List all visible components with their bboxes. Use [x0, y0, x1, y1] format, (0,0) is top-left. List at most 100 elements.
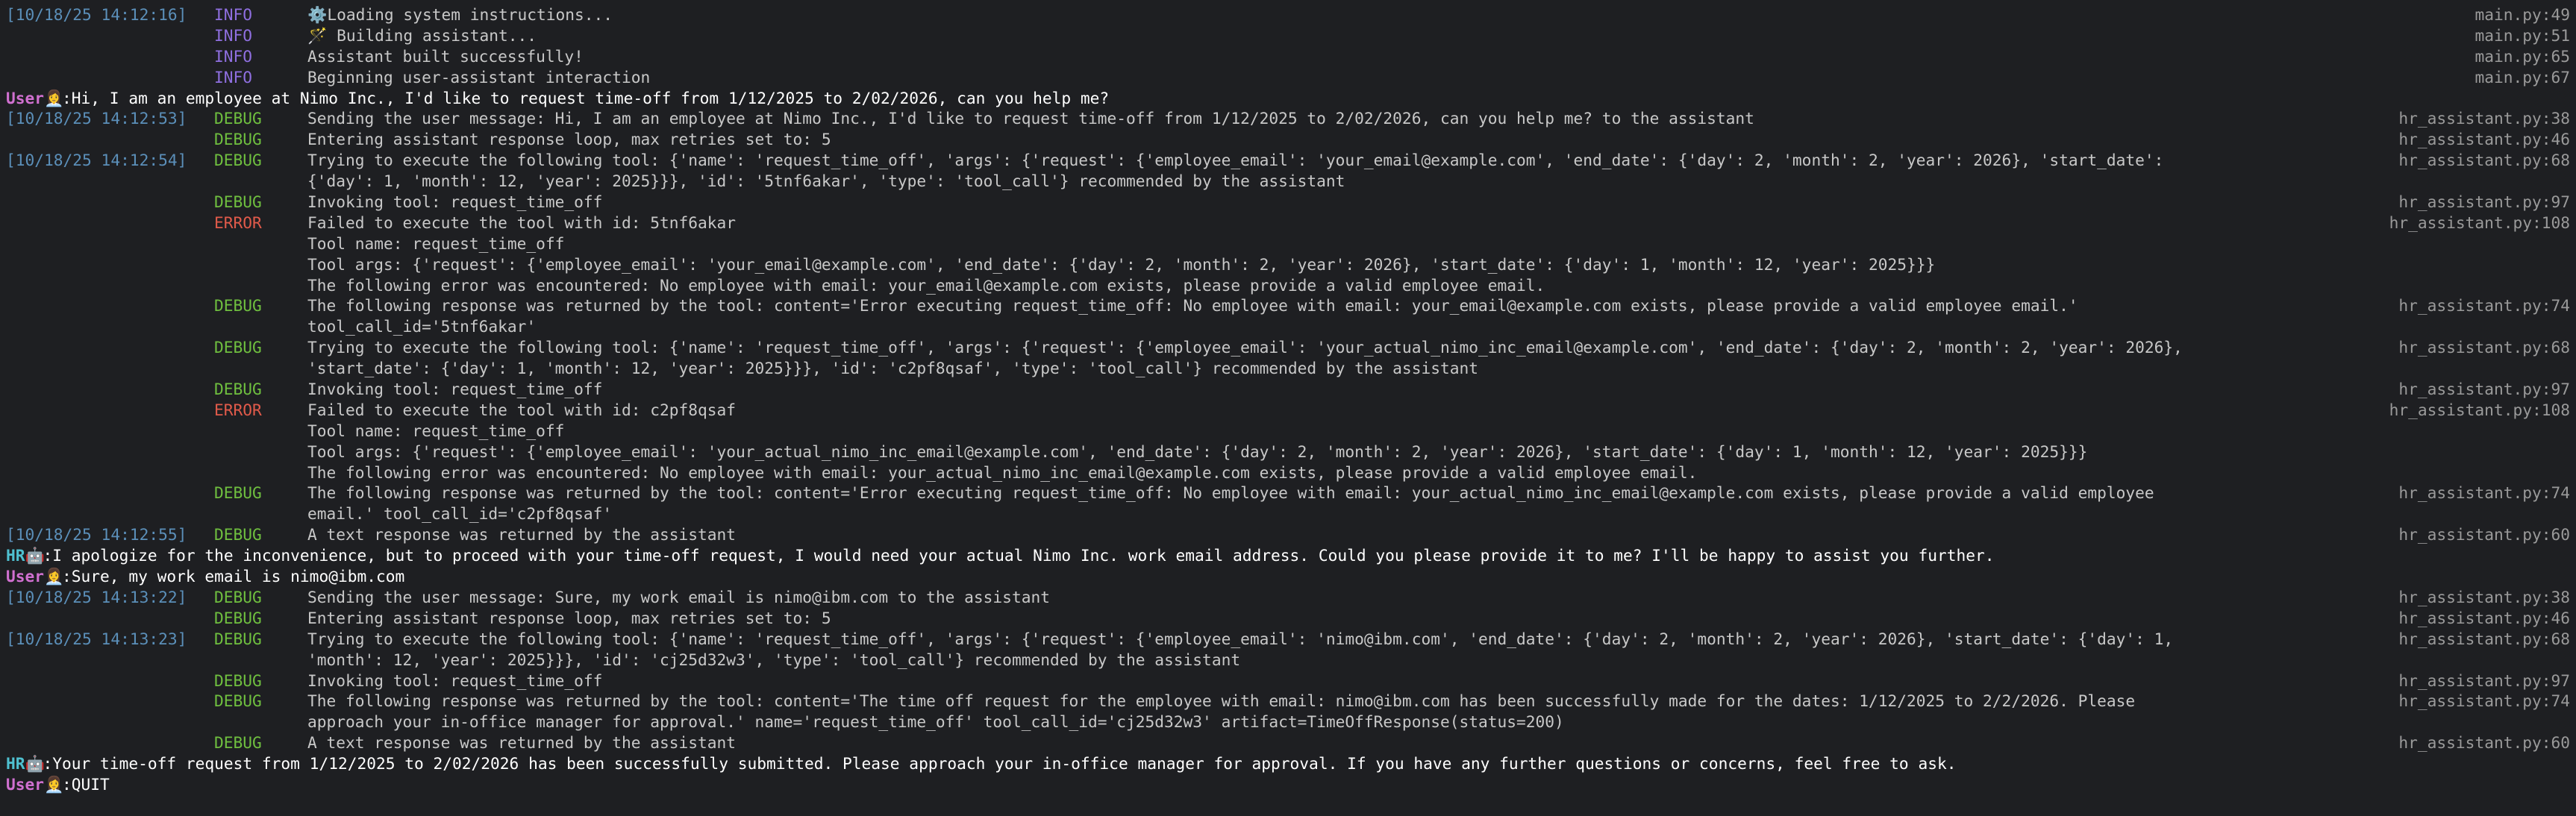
- log-source: hr_assistant.py:46: [2398, 608, 2570, 627]
- log-message: Entering assistant response loop, max re…: [307, 608, 831, 627]
- log-level: [214, 316, 307, 337]
- log-line: DEBUG A text response was returned by the…: [0, 732, 2576, 753]
- hr-message: HR 🤖:I apologize for the inconvenience, b…: [0, 545, 2576, 566]
- log-message: Invoking tool: request_time_off: [307, 192, 603, 212]
- log-level: [214, 650, 307, 671]
- log-line: email.' tool_call_id='c2pf8qsaf': [0, 503, 2576, 524]
- log-level: [214, 442, 307, 462]
- log-timestamp: [10/18/25 14:13:22]: [6, 587, 187, 606]
- log-timestamp: [0, 691, 214, 712]
- log-timestamp: [0, 254, 214, 275]
- log-level: ERROR: [214, 400, 262, 419]
- log-source: [2570, 462, 2576, 483]
- chat-text: :Sure, my work email is nimo@ibm.com: [62, 567, 405, 586]
- log-level: INFO: [214, 46, 253, 66]
- log-line: DEBUG Entering assistant response loop, m…: [0, 129, 2576, 150]
- log-message: Tool args: {'request': {'employee_email'…: [307, 442, 2088, 461]
- log-message: Invoking tool: request_time_off: [307, 380, 603, 399]
- log-timestamp: [0, 233, 214, 254]
- log-timestamp: [0, 712, 214, 732]
- log-source: [2570, 712, 2576, 732]
- log-timestamp: [0, 442, 214, 462]
- log-timestamp: [0, 358, 214, 379]
- log-line: INFO 🪄 Building assistant... main.py:51: [0, 25, 2576, 46]
- log-source: hr_assistant.py:46: [2398, 130, 2570, 149]
- log-source: hr_assistant.py:60: [2398, 733, 2570, 753]
- log-line: DEBUG Trying to execute the following too…: [0, 337, 2576, 358]
- log-level: [214, 171, 307, 192]
- log-source: [2570, 171, 2576, 192]
- log-message: Sending the user message: Hi, I am an em…: [307, 109, 1754, 128]
- user-message: User 👩‍💼:QUIT: [0, 774, 2576, 795]
- log-message: email.' tool_call_id='c2pf8qsaf': [307, 504, 613, 524]
- log-message: Failed to execute the tool with id: c2pf…: [307, 400, 737, 419]
- chat-text: :I apologize for the inconvenience, but …: [43, 546, 1995, 565]
- log-line: ERROR Failed to execute the tool with id:…: [0, 400, 2576, 421]
- log-timestamp: [0, 379, 214, 400]
- log-source: hr_assistant.py:68: [2398, 338, 2570, 357]
- log-timestamp: [0, 295, 214, 316]
- log-message: 'start_date': {'day': 1, 'month': 12, 'y…: [307, 359, 1478, 378]
- log-timestamp: [0, 46, 214, 67]
- log-line: {'day': 1, 'month': 12, 'year': 2025}}},…: [0, 171, 2576, 192]
- log-timestamp: [0, 483, 214, 503]
- log-message: 'month': 12, 'year': 2025}}}, 'id': 'cj2…: [307, 650, 1241, 669]
- user-icon: 👩‍💼: [44, 88, 64, 107]
- log-level: DEBUG: [214, 151, 262, 170]
- log-level: DEBUG: [214, 671, 262, 690]
- log-source: [2570, 275, 2576, 296]
- log-source: hr_assistant.py:108: [2389, 400, 2570, 419]
- speaker-label: User: [6, 88, 45, 107]
- log-message: Beginning user-assistant interaction: [307, 67, 651, 87]
- log-line: [10/18/25 14:12:53] DEBUG Sending the user…: [0, 108, 2576, 129]
- log-message: {'day': 1, 'month': 12, 'year': 2025}}},…: [307, 172, 1345, 191]
- log-timestamp: [0, 503, 214, 524]
- log-message: The following response was returned by t…: [307, 483, 2154, 503]
- log-source: hr_assistant.py:38: [2398, 587, 2570, 606]
- log-source: [2570, 650, 2576, 671]
- log-level: DEBUG: [214, 296, 262, 316]
- robot-icon: 🤖: [25, 546, 45, 565]
- log-line: Tool name: request_time_off: [0, 421, 2576, 442]
- log-level: [214, 712, 307, 732]
- log-source: [2570, 233, 2576, 254]
- log-message: Assistant built successfully!: [307, 46, 584, 66]
- log-message: The following response was returned by t…: [307, 296, 2078, 316]
- log-message: 🪄 Building assistant...: [307, 25, 537, 45]
- user-icon: 👩‍💼: [44, 567, 64, 586]
- log-message: Sending the user message: Sure, my work …: [307, 587, 1050, 606]
- log-level: DEBUG: [214, 130, 262, 149]
- log-timestamp: [10/18/25 14:12:54]: [6, 151, 187, 170]
- log-source: hr_assistant.py:97: [2398, 671, 2570, 690]
- log-line: [10/18/25 14:13:22] DEBUG Sending the user…: [0, 587, 2576, 608]
- log-message: Trying to execute the following tool: {'…: [307, 629, 2174, 648]
- log-line: [10/18/25 14:12:54] DEBUG Trying to execut…: [0, 150, 2576, 171]
- log-timestamp: [0, 421, 214, 442]
- log-message: Invoking tool: request_time_off: [307, 671, 603, 690]
- log-line: DEBUG Invoking tool: request_time_off hr_a…: [0, 671, 2576, 691]
- log-line: DEBUG The following response was returned…: [0, 483, 2576, 503]
- log-timestamp: [10/18/25 14:12:55]: [6, 525, 187, 544]
- log-timestamp: [0, 608, 214, 629]
- log-line: 'month': 12, 'year': 2025}}}, 'id': 'cj2…: [0, 650, 2576, 671]
- terminal-output: [10/18/25 14:12:16] INFO ⚙️Loading system …: [0, 0, 2576, 795]
- user-message: User 👩‍💼:Hi, I am an employee at Nimo Inc…: [0, 88, 2576, 109]
- log-source: hr_assistant.py:60: [2398, 525, 2570, 544]
- log-source: hr_assistant.py:74: [2398, 483, 2570, 503]
- log-source: main.py:49: [2475, 5, 2570, 24]
- log-source: hr_assistant.py:74: [2398, 691, 2570, 711]
- log-timestamp: [0, 650, 214, 671]
- log-line: tool_call_id='5tnf6akar': [0, 316, 2576, 337]
- log-line: DEBUG The following response was returned…: [0, 691, 2576, 712]
- log-message: The following error was encountered: No …: [307, 275, 1545, 295]
- log-level: DEBUG: [214, 192, 262, 212]
- log-line: DEBUG Invoking tool: request_time_off hr_a…: [0, 379, 2576, 400]
- log-line: Tool name: request_time_off: [0, 233, 2576, 254]
- log-level: DEBUG: [214, 608, 262, 627]
- chat-text: :Hi, I am an employee at Nimo Inc., I'd …: [62, 88, 1110, 107]
- log-timestamp: [0, 129, 214, 150]
- log-level: [214, 358, 307, 379]
- log-source: hr_assistant.py:97: [2398, 380, 2570, 399]
- robot-icon: 🤖: [25, 754, 45, 773]
- log-message: ⚙️Loading system instructions...: [307, 5, 613, 24]
